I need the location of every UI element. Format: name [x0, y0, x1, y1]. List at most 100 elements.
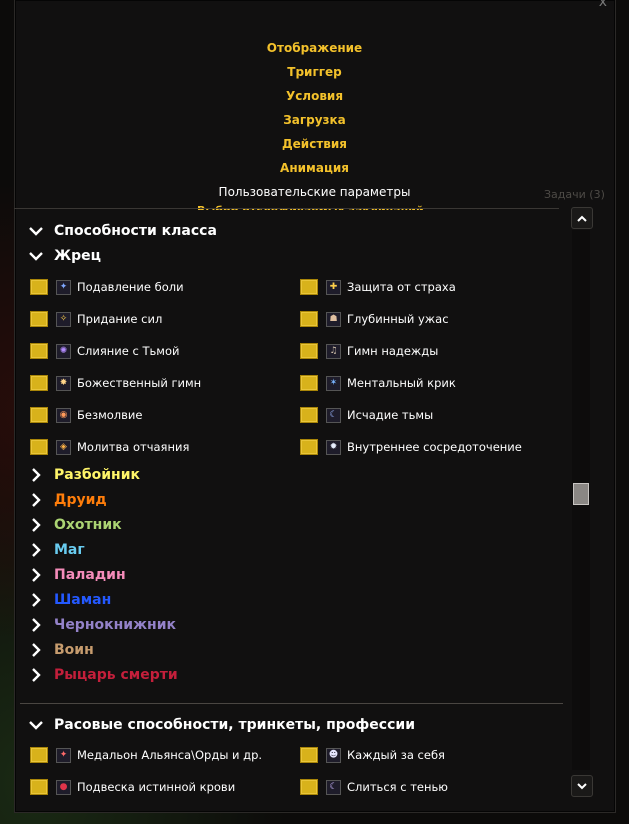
scrollbar-thumb[interactable] [573, 483, 589, 505]
class-label: Охотник [54, 517, 122, 533]
tab-load[interactable]: Загрузка [0, 110, 629, 134]
class-label: Паладин [54, 567, 126, 583]
checkbox[interactable] [30, 343, 48, 359]
racial-item-checkbox-row[interactable]: ☾ Слиться с тенью [300, 778, 448, 796]
priest-spell-checkbox-row[interactable]: ☗ Глубинный ужас [300, 310, 449, 328]
chevron-right-icon [26, 640, 46, 660]
checkbox[interactable] [300, 779, 318, 795]
priest-spell-checkbox-row[interactable]: ☾ Исчадие тьмы [300, 406, 433, 424]
dispersion-icon: ✺ [56, 343, 71, 359]
chevron-up-icon [577, 215, 587, 222]
spell-label: Медальон Альянса\Орды и др. [77, 748, 263, 762]
shadowmeld-icon: ☾ [326, 779, 341, 795]
class-label: Маг [54, 542, 85, 558]
priest-spell-checkbox-row[interactable]: ✚ Защита от страха [300, 278, 456, 296]
priest-spell-checkbox-row[interactable]: ✺ Слияние с Тьмой [30, 342, 179, 360]
spell-label: Придание сил [77, 312, 163, 326]
racial-item-checkbox-row[interactable]: ☻ Каждый за себя [300, 746, 445, 764]
tasks-label: Задачи (3) [544, 188, 605, 201]
chevron-right-icon [26, 615, 46, 635]
tab-actions[interactable]: Действия [0, 134, 629, 158]
racial-label: Расовые способности, тринкеты, профессии [54, 717, 415, 733]
chevron-right-icon [26, 490, 46, 510]
spell-label: Молитва отчаяния [77, 440, 190, 454]
class-abilities-header[interactable]: Способности класса [26, 220, 217, 242]
checkbox[interactable] [30, 407, 48, 423]
medallion-icon: ✦ [56, 747, 71, 763]
priest-spell-checkbox-row[interactable]: ✹ Внутреннее сосредоточение [300, 438, 522, 456]
priest-spell-checkbox-row[interactable]: ◉ Безмолвие [30, 406, 142, 424]
class-header-row[interactable]: Маг [26, 539, 85, 561]
spell-label: Каждый за себя [347, 748, 445, 762]
class-header-row[interactable]: Друид [26, 489, 107, 511]
checkbox[interactable] [30, 311, 48, 327]
desperate-prayer-icon: ◈ [56, 439, 71, 455]
checkbox[interactable] [300, 439, 318, 455]
chevron-right-icon [26, 515, 46, 535]
spell-label: Исчадие тьмы [347, 408, 434, 422]
priest-spell-checkbox-row[interactable]: ◈ Молитва отчаяния [30, 438, 189, 456]
checkbox[interactable] [300, 375, 318, 391]
psychic-scream-icon: ✶ [326, 375, 341, 391]
checkbox[interactable] [300, 311, 318, 327]
racial-item-checkbox-row[interactable]: ● Подвеска истинной крови [30, 778, 235, 796]
class-label: Рыцарь смерти [54, 667, 178, 683]
spell-label: Подвеска истинной крови [77, 780, 236, 794]
chevron-right-icon [26, 565, 46, 585]
class-header-row[interactable]: Чернокнижник [26, 614, 176, 636]
checkbox[interactable] [300, 747, 318, 763]
priest-spell-checkbox-row[interactable]: ✶ Ментальный крик [300, 374, 456, 392]
tab-trigger[interactable]: Триггер [0, 62, 629, 86]
checkbox[interactable] [30, 439, 48, 455]
racial-header[interactable]: Расовые способности, тринкеты, профессии [26, 714, 415, 736]
every-man-icon: ☻ [326, 747, 341, 763]
checkbox[interactable] [30, 375, 48, 391]
options-menu: Отображение Триггер Условия Загрузка Дей… [0, 38, 629, 206]
tab-conditions[interactable]: Условия [0, 86, 629, 110]
racial-item-checkbox-row[interactable]: ✦ Медальон Альянса\Орды и др. [30, 746, 262, 764]
spell-label: Безмолвие [77, 408, 143, 422]
chevron-right-icon [26, 665, 46, 685]
class-label: Разбойник [54, 467, 141, 483]
priest-spell-checkbox-row[interactable]: ♫ Гимн надежды [300, 342, 438, 360]
tab-animation[interactable]: Анимация [0, 158, 629, 182]
checkbox[interactable] [30, 279, 48, 295]
scroll-down-button[interactable] [571, 775, 593, 797]
chevron-down-icon [26, 715, 46, 735]
class-header-row[interactable]: Разбойник [26, 464, 140, 486]
class-header-row[interactable]: Воин [26, 639, 94, 661]
chevron-right-icon [26, 465, 46, 485]
shadowfiend-icon: ☾ [326, 407, 341, 423]
checkbox[interactable] [30, 779, 48, 795]
priest-spell-checkbox-row[interactable]: ✧ Придание сил [30, 310, 162, 328]
scroll-up-button[interactable] [571, 207, 593, 229]
class-header-row[interactable]: Рыцарь смерти [26, 664, 178, 686]
checkbox[interactable] [30, 747, 48, 763]
spell-label: Слияние с Тьмой [77, 344, 180, 358]
class-header-row[interactable]: Охотник [26, 514, 122, 536]
spell-label: Глубинный ужас [347, 312, 449, 326]
class-abilities-label: Способности класса [54, 223, 217, 239]
inner-focus-icon: ✹ [326, 439, 341, 455]
tab-display[interactable]: Отображение [0, 38, 629, 62]
divider [14, 208, 559, 209]
chevron-right-icon [26, 590, 46, 610]
priest-spell-checkbox-row[interactable]: ✦ Подавление боли [30, 278, 184, 296]
priest-header[interactable]: Жрец [26, 245, 101, 267]
checkbox[interactable] [300, 407, 318, 423]
spell-label: Защита от страха [347, 280, 456, 294]
chevron-right-icon [26, 540, 46, 560]
class-label: Воин [54, 642, 94, 658]
psychic-horror-icon: ☗ [326, 311, 341, 327]
blood-pendant-icon: ● [56, 779, 71, 795]
spell-label: Гимн надежды [347, 344, 439, 358]
spell-label: Внутреннее сосредоточение [347, 440, 522, 454]
class-label: Друид [54, 492, 107, 508]
priest-spell-checkbox-row[interactable]: ✸ Божественный гимн [30, 374, 201, 392]
checkbox[interactable] [300, 343, 318, 359]
class-header-row[interactable]: Шаман [26, 589, 111, 611]
divider [20, 703, 563, 704]
close-icon[interactable]: x [599, 0, 607, 10]
checkbox[interactable] [300, 279, 318, 295]
class-header-row[interactable]: Паладин [26, 564, 126, 586]
